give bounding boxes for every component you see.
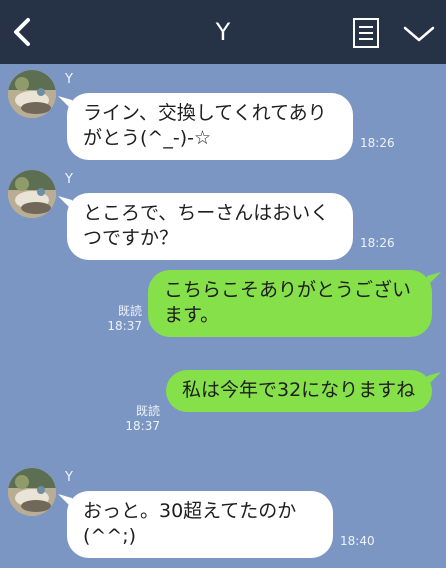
avatar[interactable] bbox=[8, 170, 56, 218]
chat-header: Y bbox=[0, 0, 446, 64]
avatar-photo-icon bbox=[8, 70, 56, 118]
sender-name: Y bbox=[65, 172, 73, 187]
notes-list-icon bbox=[353, 18, 379, 48]
bubble-tail bbox=[427, 372, 441, 386]
chevron-down-icon bbox=[403, 26, 435, 42]
message-bubble[interactable]: ところで、ちーさんはおいくつですか？ bbox=[67, 193, 353, 260]
message-bubble[interactable]: 私は今年で32になりますね bbox=[166, 370, 432, 412]
notes-button[interactable] bbox=[352, 17, 380, 49]
sender-name: Y bbox=[65, 470, 73, 485]
message-bubble[interactable]: おっと。30超えてたのか(^^;) bbox=[67, 491, 333, 558]
menu-toggle-button[interactable] bbox=[402, 24, 436, 44]
message-time: 18:37 bbox=[125, 419, 160, 433]
message-time: 18:26 bbox=[360, 236, 395, 250]
avatar-photo-icon bbox=[8, 170, 56, 218]
message-time: 18:26 bbox=[360, 136, 395, 150]
read-status: 既読 bbox=[117, 304, 142, 318]
bubble-tail bbox=[427, 272, 441, 286]
message-time: 18:37 bbox=[107, 319, 142, 333]
message-bubble[interactable]: ライン、交換してくれてありがとう(^_-)-☆ bbox=[67, 93, 353, 160]
read-receipt: 既読 18:37 bbox=[106, 304, 142, 334]
avatar[interactable] bbox=[8, 468, 56, 516]
read-receipt: 既読 18:37 bbox=[124, 404, 160, 434]
sender-name: Y bbox=[65, 72, 73, 87]
message-time: 18:40 bbox=[340, 534, 375, 548]
read-status: 既読 bbox=[135, 404, 160, 418]
avatar[interactable] bbox=[8, 70, 56, 118]
avatar-photo-icon bbox=[8, 468, 56, 516]
message-bubble[interactable]: こちらこそありがとうございます。 bbox=[148, 270, 432, 337]
